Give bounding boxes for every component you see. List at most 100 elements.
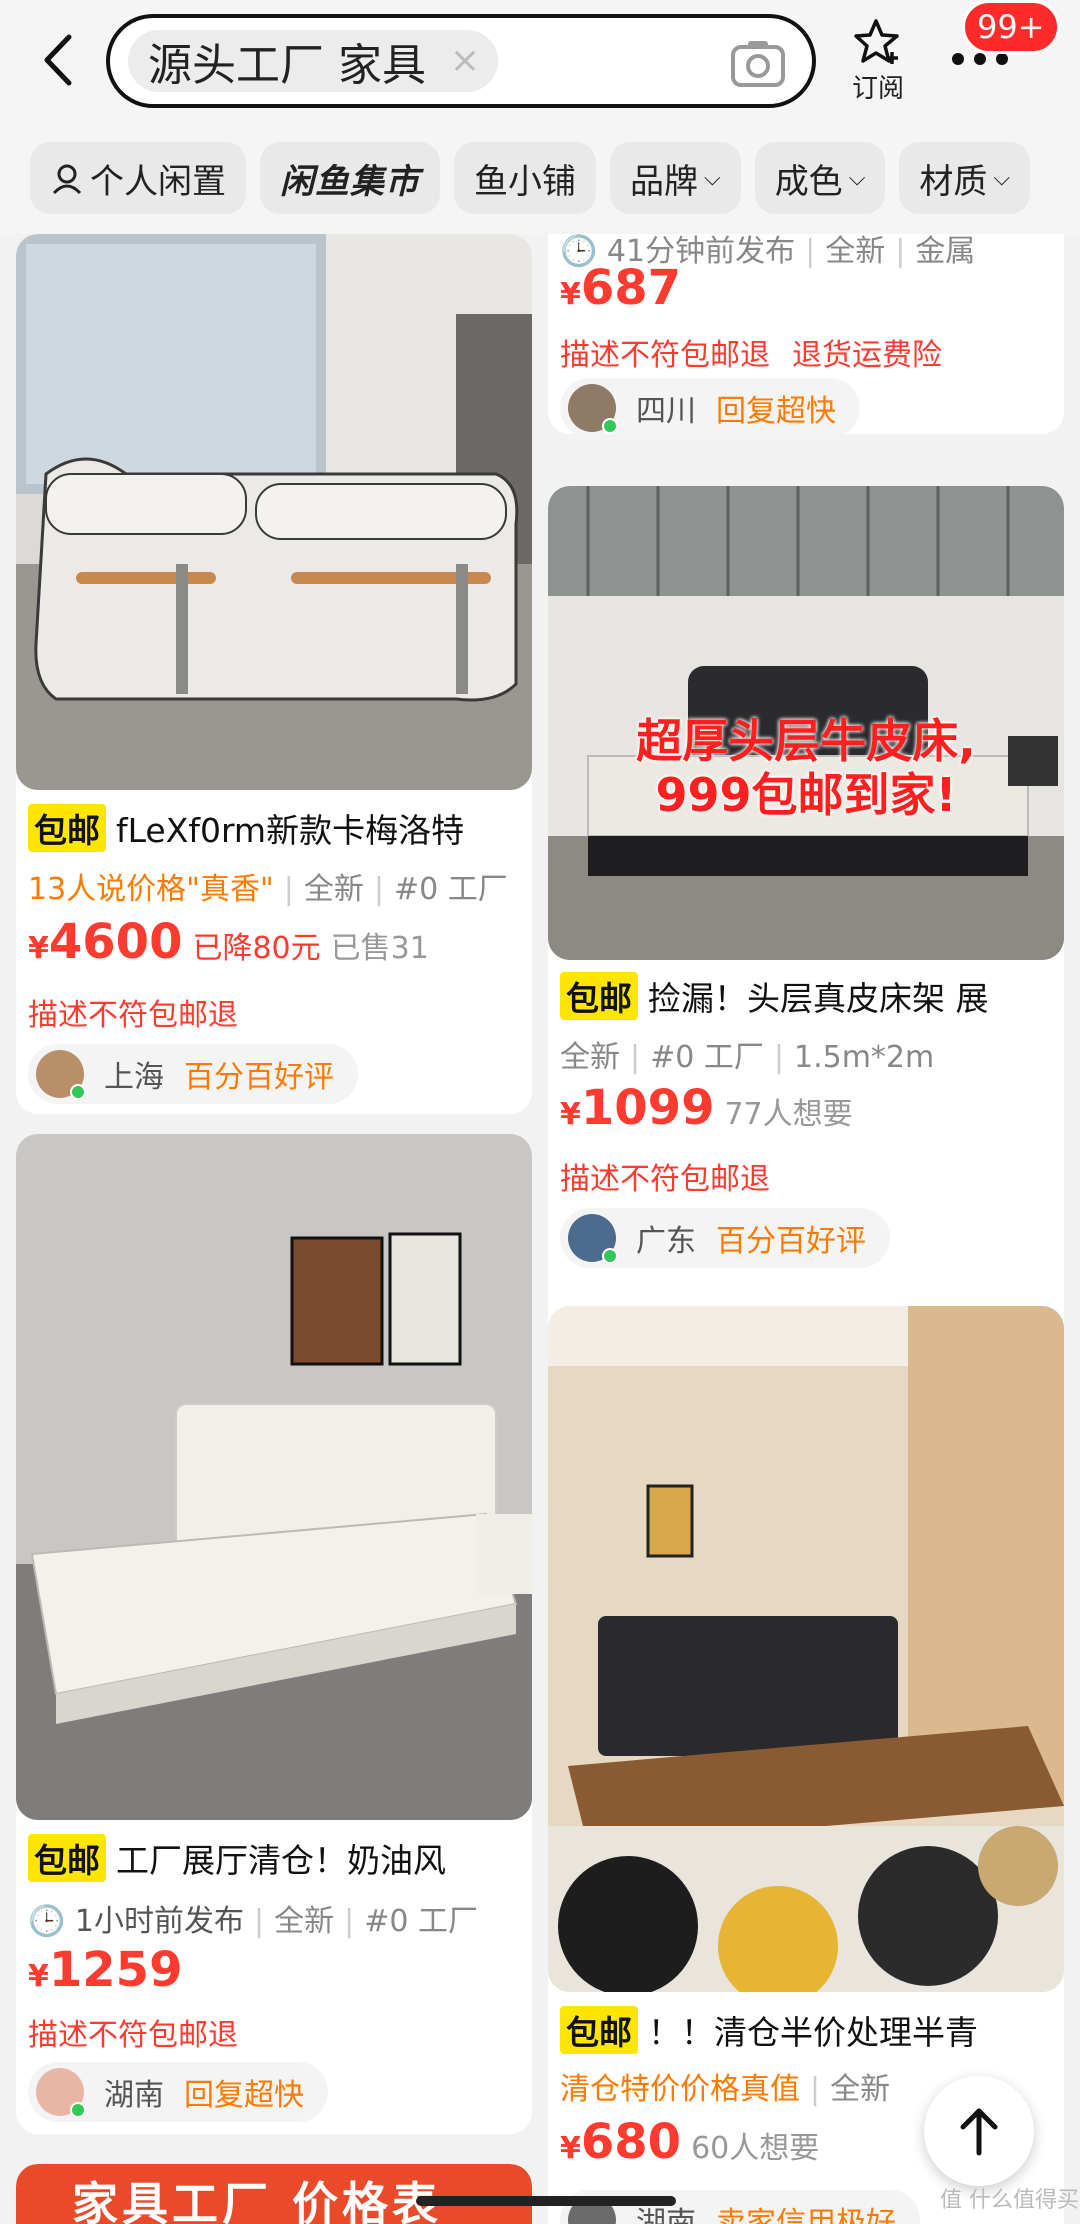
arrow-up-icon	[960, 2108, 998, 2156]
product-image-leather-bed: 超厚头层牛皮床, 999包邮到家!	[548, 486, 1064, 960]
subscribe-label: 订阅	[851, 74, 904, 104]
seller-row[interactable]: 广东 百分百好评	[560, 1208, 890, 1268]
product-feed: 包邮 fLeXf0rm新款卡梅洛特 13人说价格"真香" | 全新 | #0 工厂 ¥46…	[0, 234, 1080, 2224]
overlay-line: 999包邮到家!	[655, 768, 957, 822]
filter-row: 个人闲置 闲鱼集市 鱼小铺 品牌 ⌵ 成色 ⌵ 材质 ⌵	[0, 122, 1080, 234]
size-tag: 1.5m*2m	[793, 1040, 935, 1075]
price-praise: 清仓特价价格真值	[560, 2072, 800, 2107]
product-image-white-bed	[16, 1134, 532, 1820]
subscribe-button[interactable]: 订阅	[840, 18, 916, 106]
free-shipping-badge: 包邮	[28, 1834, 106, 1882]
divider: |	[373, 872, 384, 907]
condition: 全新	[560, 1040, 620, 1075]
seller-location: 广东	[636, 1224, 696, 1259]
service-tag: 描述不符包邮退	[560, 1162, 770, 1197]
online-dot	[602, 1248, 618, 1264]
product-card[interactable]: 家具工厂 价格表	[16, 2164, 532, 2224]
seller-row[interactable]: 湖南 回复超快	[28, 2062, 328, 2122]
product-title: 包邮 工厂展厅清仓！奶油风	[28, 1834, 532, 1882]
product-card[interactable]: 🕒 41分钟前发布 | 全新 | 金属 ¥687 描述不符包邮退 退货运费险 四川 回复超…	[548, 234, 1064, 434]
condition: 全新	[830, 2072, 891, 2107]
divider: |	[810, 2072, 821, 2107]
filter-material[interactable]: 材质 ⌵	[899, 142, 1031, 214]
overlay-line: 超厚头层牛皮床,	[636, 714, 976, 768]
condition: 全新	[303, 872, 364, 907]
service-tag: 退货运费险	[792, 338, 942, 373]
want-count: 60人想要	[691, 2131, 820, 2166]
filter-market[interactable]: 闲鱼集市	[260, 142, 440, 214]
free-shipping-badge: 包邮	[560, 972, 638, 1020]
price-value: 1099	[580, 1080, 715, 1136]
product-card[interactable]: 包邮 工厂展厅清仓！奶油风 🕒 1小时前发布 | 全新 | #0 工厂 ¥1259 描述不…	[16, 1134, 532, 2134]
online-dot	[70, 1084, 86, 1100]
seller-rating: 百分百好评	[716, 1224, 866, 1259]
want-count: 77人想要	[724, 1097, 853, 1132]
clock-icon: 🕒	[28, 1904, 66, 1939]
chevron-down-icon: ⌵	[704, 165, 721, 191]
origin-tag: #0 工厂	[364, 1904, 478, 1939]
seller-row[interactable]: 四川 回复超快	[560, 378, 860, 434]
banner-text: 家具工厂 价格表	[72, 2177, 443, 2224]
product-title-text: fLeXf0rm新款卡梅洛特	[116, 811, 465, 850]
product-price: ¥687	[560, 260, 681, 316]
currency-symbol: ¥	[560, 1097, 581, 1132]
seller-row[interactable]: 上海 百分百好评	[28, 1044, 358, 1104]
filter-condition[interactable]: 成色 ⌵	[754, 142, 886, 214]
more-dot-icon	[996, 53, 1008, 65]
service-tag: 描述不符包邮退	[28, 998, 238, 1033]
clear-keyword-button[interactable]: ×	[450, 40, 480, 81]
price-praise: 13人说价格"真香"	[28, 872, 274, 907]
product-image-banner: 家具工厂 价格表	[16, 2164, 532, 2224]
product-title: 包邮 fLeXf0rm新款卡梅洛特	[28, 804, 532, 852]
person-icon	[52, 164, 82, 195]
divider: |	[630, 1040, 641, 1075]
divider: |	[895, 234, 906, 269]
price-value: 4600	[48, 914, 183, 970]
seller-rating: 回复超快	[184, 2078, 304, 2113]
origin-tag: #0 工厂	[394, 872, 508, 907]
divider: |	[283, 872, 294, 907]
filter-shop[interactable]: 鱼小铺	[454, 142, 596, 214]
service-tag: 描述不符包邮退	[560, 338, 770, 373]
sold-count: 已售31	[330, 931, 429, 966]
product-meta: 13人说价格"真香" | 全新 | #0 工厂	[28, 864, 528, 908]
divider: |	[344, 1904, 355, 1939]
avatar	[36, 2068, 86, 2118]
back-button[interactable]	[36, 30, 80, 90]
search-keyword-chip[interactable]: 源头工厂 家具 ×	[128, 30, 498, 92]
camera-icon[interactable]	[730, 38, 786, 88]
more-dot-icon	[952, 53, 964, 65]
material-tag: 金属	[915, 234, 976, 269]
search-bar[interactable]: 源头工厂 家具 ×	[106, 14, 816, 108]
service-tags: 描述不符包邮退 退货运费险	[560, 330, 942, 374]
home-indicator[interactable]	[416, 2196, 676, 2206]
divider: |	[773, 1040, 784, 1075]
service-tag: 描述不符包邮退	[28, 2018, 238, 2053]
online-dot	[602, 418, 618, 434]
filter-brand[interactable]: 品牌 ⌵	[610, 142, 741, 214]
origin-tag: #0 工厂	[650, 1040, 764, 1075]
filter-label: 材质	[919, 161, 988, 202]
divider: |	[254, 1904, 265, 1939]
chevron-down-icon: ⌵	[848, 165, 866, 191]
product-price: ¥1099 77人想要	[560, 1080, 853, 1136]
filter-label: 鱼小铺	[474, 161, 576, 202]
product-title-text: 捡漏！头层真皮床架 展	[648, 979, 989, 1018]
product-price: ¥4600 已降80元 已售31	[28, 914, 429, 970]
price-value: 687	[580, 260, 682, 316]
product-card[interactable]: 包邮 fLeXf0rm新款卡梅洛特 13人说价格"真香" | 全新 | #0 工厂 ¥46…	[16, 234, 532, 1114]
search-keyword: 源头工厂 家具	[148, 40, 426, 91]
divider: |	[805, 234, 816, 269]
product-title: 包邮 ！！清仓半价处理半青	[560, 2006, 1064, 2054]
product-title: 包邮 捡漏！头层真皮床架 展	[560, 972, 1064, 1020]
chevron-down-icon: ⌵	[993, 165, 1011, 191]
image-overlay-text: 超厚头层牛皮床, 999包邮到家!	[548, 714, 1064, 822]
product-image-sofa	[16, 234, 532, 790]
currency-symbol: ¥	[560, 2131, 581, 2166]
filter-personal[interactable]: 个人闲置	[30, 142, 246, 214]
seller-location: 湖南	[104, 2078, 164, 2113]
filter-label: 个人闲置	[90, 161, 226, 202]
free-shipping-badge: 包邮	[560, 2006, 638, 2054]
scroll-to-top-button[interactable]	[924, 2076, 1034, 2186]
notification-badge: 99+	[962, 0, 1060, 54]
